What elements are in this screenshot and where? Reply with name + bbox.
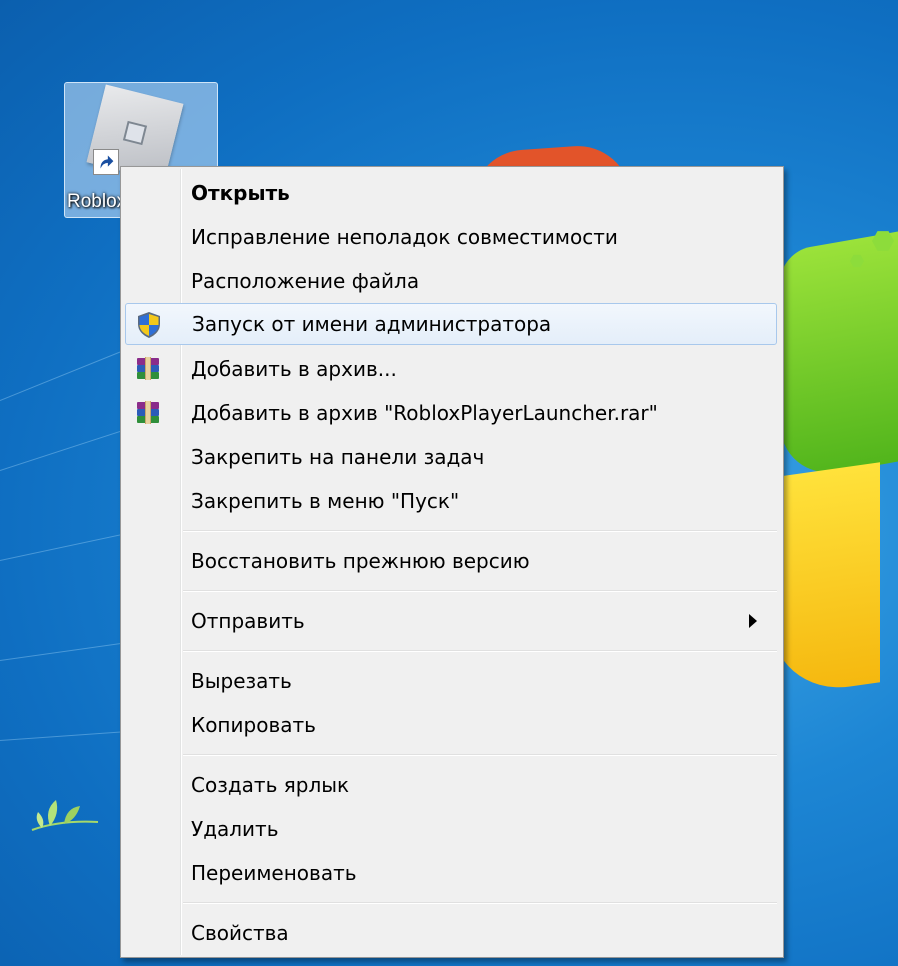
menu-item-label: Закрепить в меню "Пуск" xyxy=(191,489,460,513)
menu-item-label: Вырезать xyxy=(191,669,292,693)
windows-logo-yellow-pane xyxy=(770,462,880,698)
menu-separator xyxy=(183,590,777,592)
menu-item-add-to-archive[interactable]: Добавить в архив... xyxy=(125,348,777,390)
menu-item-label: Восстановить прежнюю версию xyxy=(191,549,530,573)
menu-item-troubleshoot-compatibility[interactable]: Исправление неполадок совместимости xyxy=(125,216,777,258)
menu-item-label: Удалить xyxy=(191,817,279,841)
menu-item-copy[interactable]: Копировать xyxy=(125,704,777,746)
menu-item-label: Добавить в архив "RobloxPlayerLauncher.r… xyxy=(191,401,658,425)
menu-item-label: Закрепить на панели задач xyxy=(191,445,485,469)
menu-item-label: Запуск от имени администратора xyxy=(192,312,552,336)
menu-item-open[interactable]: Открыть xyxy=(125,172,777,214)
menu-item-pin-to-taskbar[interactable]: Закрепить на панели задач xyxy=(125,436,777,478)
context-menu: Открыть Исправление неполадок совместимо… xyxy=(120,166,784,958)
menu-item-send-to[interactable]: Отправить xyxy=(125,600,777,642)
menu-item-label: Переименовать xyxy=(191,861,357,885)
menu-item-label: Добавить в архив... xyxy=(191,357,397,381)
shortcut-arrow-icon xyxy=(93,149,119,175)
submenu-arrow-icon xyxy=(749,614,757,628)
menu-item-pin-to-start[interactable]: Закрепить в меню "Пуск" xyxy=(125,480,777,522)
menu-item-restore-previous-version[interactable]: Восстановить прежнюю версию xyxy=(125,540,777,582)
menu-item-file-location[interactable]: Расположение файла xyxy=(125,260,777,302)
menu-separator xyxy=(183,530,777,532)
menu-item-delete[interactable]: Удалить xyxy=(125,808,777,850)
menu-separator xyxy=(183,754,777,756)
menu-item-run-as-admin[interactable]: Запуск от имени администратора xyxy=(125,303,777,345)
menu-item-label: Копировать xyxy=(191,713,316,737)
menu-item-cut[interactable]: Вырезать xyxy=(125,660,777,702)
winrar-icon xyxy=(137,357,159,380)
menu-item-label: Свойства xyxy=(191,921,289,945)
menu-item-rename[interactable]: Переименовать xyxy=(125,852,777,894)
menu-item-create-shortcut[interactable]: Создать ярлык xyxy=(125,764,777,806)
desktop-icon-label: Roblox xyxy=(67,191,127,212)
menu-item-label: Отправить xyxy=(191,609,305,633)
menu-item-label: Создать ярлык xyxy=(191,773,350,797)
menu-item-label: Открыть xyxy=(191,181,290,205)
leaf-decoration-icon xyxy=(31,800,99,831)
menu-separator xyxy=(183,902,777,904)
menu-separator xyxy=(183,650,777,652)
menu-item-label: Расположение файла xyxy=(191,269,420,293)
menu-item-add-to-named-archive[interactable]: Добавить в архив "RobloxPlayerLauncher.r… xyxy=(125,392,777,434)
uac-shield-icon xyxy=(138,312,160,338)
windows-logo-green-pane xyxy=(780,227,898,483)
winrar-icon xyxy=(137,401,159,424)
menu-item-properties[interactable]: Свойства xyxy=(125,912,777,954)
menu-item-label: Исправление неполадок совместимости xyxy=(191,225,618,249)
